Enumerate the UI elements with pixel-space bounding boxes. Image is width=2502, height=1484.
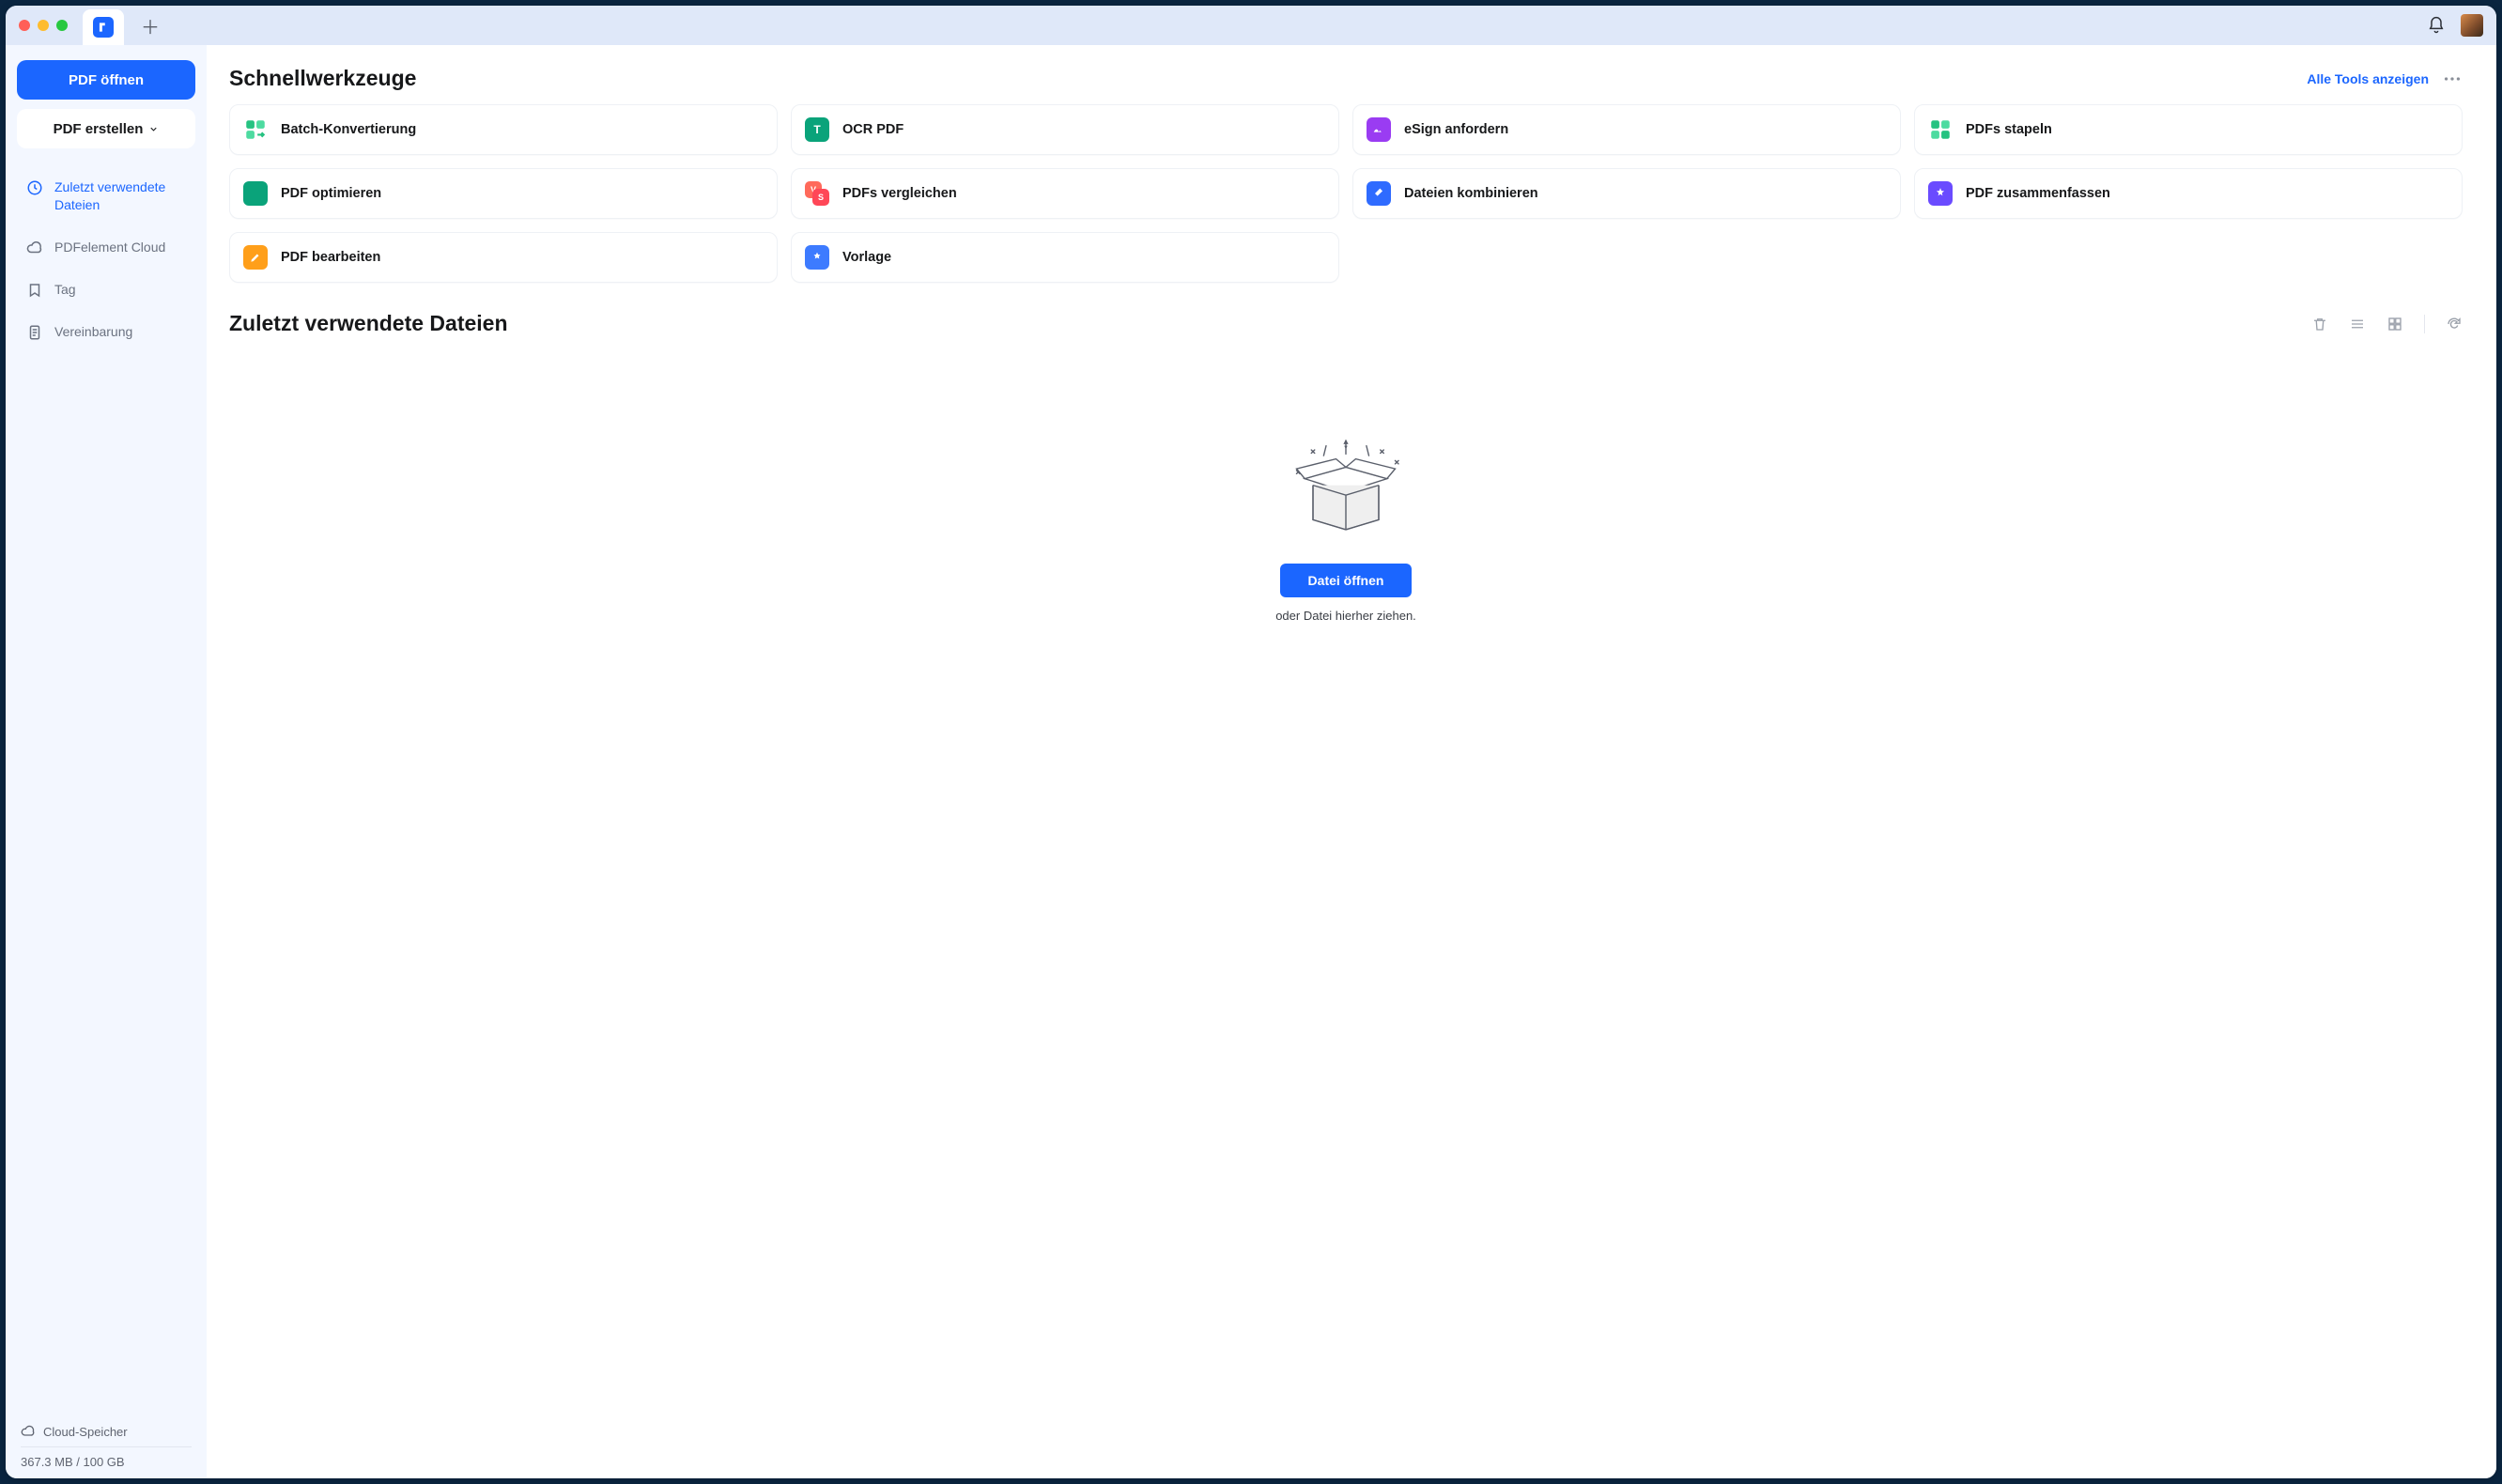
clock-icon — [26, 179, 43, 196]
window-controls — [19, 20, 68, 31]
divider — [21, 1446, 192, 1447]
trash-icon[interactable] — [2311, 316, 2328, 332]
notifications-icon[interactable] — [2427, 16, 2446, 35]
sidebar-item-label: Zuletzt verwendete Dateien — [54, 178, 186, 214]
close-window-icon[interactable] — [19, 20, 30, 31]
sidebar-item-label: Tag — [54, 281, 186, 299]
stack-icon — [1928, 117, 1953, 142]
list-view-icon[interactable] — [2349, 316, 2366, 332]
storage-title[interactable]: Cloud-Speicher — [21, 1424, 192, 1439]
recent-section: Zuletzt verwendete Dateien — [229, 311, 2463, 623]
optimize-icon — [243, 181, 268, 206]
tool-label: OCR PDF — [842, 122, 904, 137]
app-window: ＋ PDF öffnen PDF erstellen Zuletzt verwe… — [6, 6, 2496, 1478]
home-tab[interactable] — [83, 9, 124, 45]
create-pdf-label: PDF erstellen — [54, 121, 144, 137]
batch-icon — [243, 117, 268, 142]
main-content: Schnellwerkzeuge Alle Tools anzeigen Bat… — [207, 45, 2496, 1478]
sidebar: PDF öffnen PDF erstellen Zuletzt verwend… — [6, 45, 207, 1478]
tool-combine-files[interactable]: Dateien kombinieren — [1352, 168, 1901, 219]
combine-icon — [1367, 181, 1391, 206]
ocr-icon: T — [805, 117, 829, 142]
tool-label: PDF optimieren — [281, 186, 381, 201]
create-pdf-button[interactable]: PDF erstellen — [17, 109, 195, 148]
quick-tools-header: Schnellwerkzeuge Alle Tools anzeigen — [229, 66, 2463, 91]
tool-batch-conversion[interactable]: Batch-Konvertierung — [229, 104, 778, 155]
new-tab-button[interactable]: ＋ — [141, 12, 160, 39]
storage-info: Cloud-Speicher 367.3 MB / 100 GB — [17, 1418, 195, 1469]
show-all-tools-link[interactable]: Alle Tools anzeigen — [2307, 71, 2429, 86]
tool-label: eSign anfordern — [1404, 122, 1508, 137]
open-file-button[interactable]: Datei öffnen — [1280, 564, 1412, 597]
titlebar: ＋ — [6, 6, 2496, 45]
tool-summarize-pdf[interactable]: PDF zusammenfassen — [1914, 168, 2463, 219]
minimize-window-icon[interactable] — [38, 20, 49, 31]
document-icon — [26, 324, 43, 341]
template-icon — [805, 245, 829, 270]
summarize-icon — [1928, 181, 1953, 206]
storage-title-label: Cloud-Speicher — [43, 1425, 128, 1439]
chevron-down-icon — [148, 124, 159, 134]
tool-ocr-pdf[interactable]: T OCR PDF — [791, 104, 1339, 155]
tool-label: Vorlage — [842, 250, 891, 265]
sidebar-item-tag[interactable]: Tag — [17, 271, 195, 308]
drag-hint: oder Datei hierher ziehen. — [1275, 609, 1416, 623]
open-pdf-button[interactable]: PDF öffnen — [17, 60, 195, 100]
avatar[interactable] — [2461, 14, 2483, 37]
tool-template[interactable]: Vorlage — [791, 232, 1339, 283]
compare-icon: V S — [805, 181, 829, 206]
sidebar-nav: Zuletzt verwendete Dateien PDFelement Cl… — [17, 169, 195, 350]
refresh-icon[interactable] — [2446, 316, 2463, 332]
bookmark-icon — [26, 282, 43, 299]
sidebar-item-label: PDFelement Cloud — [54, 239, 186, 256]
sidebar-item-agreement[interactable]: Vereinbarung — [17, 314, 195, 350]
tool-label: PDF zusammenfassen — [1966, 186, 2110, 201]
tool-esign[interactable]: eSign anfordern — [1352, 104, 1901, 155]
recent-header: Zuletzt verwendete Dateien — [229, 311, 2463, 336]
tool-label: Batch-Konvertierung — [281, 122, 416, 137]
sidebar-item-label: Vereinbarung — [54, 323, 186, 341]
recent-title: Zuletzt verwendete Dateien — [229, 311, 508, 336]
tools-grid: Batch-Konvertierung T OCR PDF eSign anfo… — [229, 104, 2463, 283]
esign-icon — [1367, 117, 1391, 142]
tool-optimize-pdf[interactable]: PDF optimieren — [229, 168, 778, 219]
app-logo-icon — [93, 17, 114, 38]
tool-label: Dateien kombinieren — [1404, 186, 1538, 201]
tool-label: PDFs vergleichen — [842, 186, 957, 201]
tool-compare-pdfs[interactable]: V S PDFs vergleichen — [791, 168, 1339, 219]
maximize-window-icon[interactable] — [56, 20, 68, 31]
empty-state: Datei öffnen oder Datei hierher ziehen. — [229, 421, 2463, 623]
tool-stack-pdfs[interactable]: PDFs stapeln — [1914, 104, 2463, 155]
cloud-icon — [21, 1424, 36, 1439]
quick-tools-title: Schnellwerkzeuge — [229, 66, 416, 91]
empty-box-icon — [1280, 421, 1412, 545]
body: PDF öffnen PDF erstellen Zuletzt verwend… — [6, 45, 2496, 1478]
tool-label: PDF bearbeiten — [281, 250, 380, 265]
edit-icon — [243, 245, 268, 270]
tool-label: PDFs stapeln — [1966, 122, 2052, 137]
grid-view-icon[interactable] — [2386, 316, 2403, 332]
storage-amount: 367.3 MB / 100 GB — [21, 1455, 192, 1469]
divider — [2424, 315, 2425, 333]
tool-edit-pdf[interactable]: PDF bearbeiten — [229, 232, 778, 283]
sidebar-item-cloud[interactable]: PDFelement Cloud — [17, 229, 195, 266]
recent-toolbar — [2311, 315, 2463, 333]
sidebar-item-recent[interactable]: Zuletzt verwendete Dateien — [17, 169, 195, 224]
cloud-icon — [26, 240, 43, 256]
more-icon[interactable] — [2442, 69, 2463, 89]
